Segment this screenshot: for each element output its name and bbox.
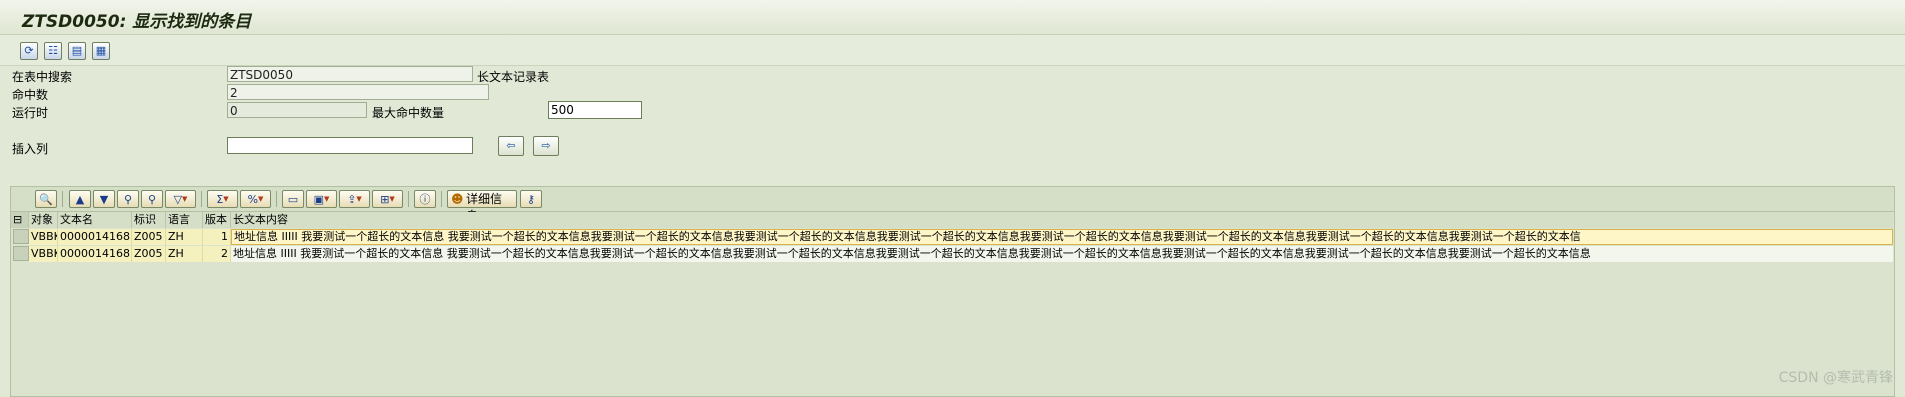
watermark: CSDN @寒武青锋 xyxy=(1778,370,1893,386)
column-header-version[interactable]: 版本 xyxy=(203,212,231,228)
views-icon[interactable]: ▣▼ xyxy=(306,190,337,208)
details-icon[interactable]: 🔍 xyxy=(35,190,57,208)
insert-column-label: 插入列 xyxy=(12,142,49,156)
column-header-language[interactable]: 语言 xyxy=(166,212,203,228)
sort-descending-icon[interactable]: ▼ xyxy=(93,190,115,208)
user-info-icon: ☻ xyxy=(451,192,464,206)
cell-version: 1 xyxy=(203,229,231,245)
insert-column-right-button[interactable]: ⇨ xyxy=(533,136,559,156)
key-icon[interactable]: ⚷ xyxy=(520,190,542,208)
cell-text-name: 0000014168 xyxy=(58,246,132,262)
alv-grid: 🔍 ▲ ▼ ⚲ ⚲ ▽▼ Σ▼ %▼ ▭ ▣▼ ⇪▼ ⊞▼ ⓘ ☻详细信息 ⚷ … xyxy=(10,186,1895,397)
info-icon[interactable]: ⓘ xyxy=(414,190,436,208)
column-header-content[interactable]: 长文本内容 xyxy=(231,212,1893,228)
column-header-text-name[interactable]: 文本名 xyxy=(58,212,132,228)
hits-field: 2 xyxy=(227,84,489,100)
max-hits-input[interactable]: 500 xyxy=(548,101,642,119)
alv-toolbar: 🔍 ▲ ▼ ⚲ ⚲ ▽▼ Σ▼ %▼ ▭ ▣▼ ⇪▼ ⊞▼ ⓘ ☻详细信息 ⚷ xyxy=(11,187,1894,223)
insert-column-input[interactable] xyxy=(227,137,473,154)
save-icon[interactable]: ▤ xyxy=(68,42,86,60)
cell-content[interactable]: 地址信息 IIIII 我要测试一个超长的文本信息 我要测试一个超长的文本信息我要… xyxy=(231,246,1893,262)
filter-icon[interactable]: ▽▼ xyxy=(165,190,196,208)
application-toolbar: ⟳ ☷ ▤ ▦ xyxy=(0,35,1905,66)
cell-text-name: 0000014168 xyxy=(58,229,132,245)
column-header-id[interactable]: 标识 xyxy=(132,212,166,228)
search-table-description: 长文本记录表 xyxy=(477,70,550,84)
cell-language: ZH xyxy=(166,246,203,262)
detail-info-button[interactable]: ☻详细信息 xyxy=(447,190,517,223)
check-table-icon[interactable]: ☷ xyxy=(44,42,62,60)
window-title: ZTSD0050: 显示找到的条目 xyxy=(22,12,252,32)
print-icon[interactable]: ▦ xyxy=(92,42,110,60)
main-area: 在表中搜索 ZTSD0050 长文本记录表 命中数 2 运行时 0 最大命中数量… xyxy=(0,66,1905,397)
search-table-label: 在表中搜索 xyxy=(12,70,73,84)
cell-language: ZH xyxy=(166,229,203,245)
export-icon[interactable]: ⇪▼ xyxy=(339,190,370,208)
search-table-field: ZTSD0050 xyxy=(227,66,473,82)
select-all-cell[interactable]: ⊟ xyxy=(11,212,29,228)
find-icon[interactable]: ⚲ xyxy=(117,190,139,208)
max-hits-label: 最大命中数量 xyxy=(372,106,445,120)
sort-ascending-icon[interactable]: ▲ xyxy=(69,190,91,208)
find-next-icon[interactable]: ⚲ xyxy=(141,190,163,208)
print-preview-icon[interactable]: ▭ xyxy=(282,190,304,208)
title-bar: ZTSD0050: 显示找到的条目 xyxy=(0,0,1905,35)
cell-id: Z005 xyxy=(132,246,166,262)
layout-icon[interactable]: ⊞▼ xyxy=(372,190,403,208)
cell-object: VBBK xyxy=(29,246,58,262)
cell-content[interactable]: 地址信息 IIIII 我要测试一个超长的文本信息 我要测试一个超长的文本信息我要… xyxy=(231,229,1893,245)
cell-version: 2 xyxy=(203,246,231,262)
insert-column-left-button[interactable]: ⇦ xyxy=(498,136,524,156)
row-selector[interactable] xyxy=(13,246,29,261)
cell-object: VBBK xyxy=(29,229,58,245)
runtime-field: 0 xyxy=(227,102,367,118)
row-selector[interactable] xyxy=(13,229,29,244)
hits-label: 命中数 xyxy=(12,88,49,102)
subtotal-icon[interactable]: %▼ xyxy=(240,190,271,208)
column-header-object[interactable]: 对象 xyxy=(29,212,58,228)
cell-id: Z005 xyxy=(132,229,166,245)
runtime-label: 运行时 xyxy=(12,106,49,120)
refresh-icon[interactable]: ⟳ xyxy=(20,42,38,60)
total-icon[interactable]: Σ▼ xyxy=(207,190,238,208)
